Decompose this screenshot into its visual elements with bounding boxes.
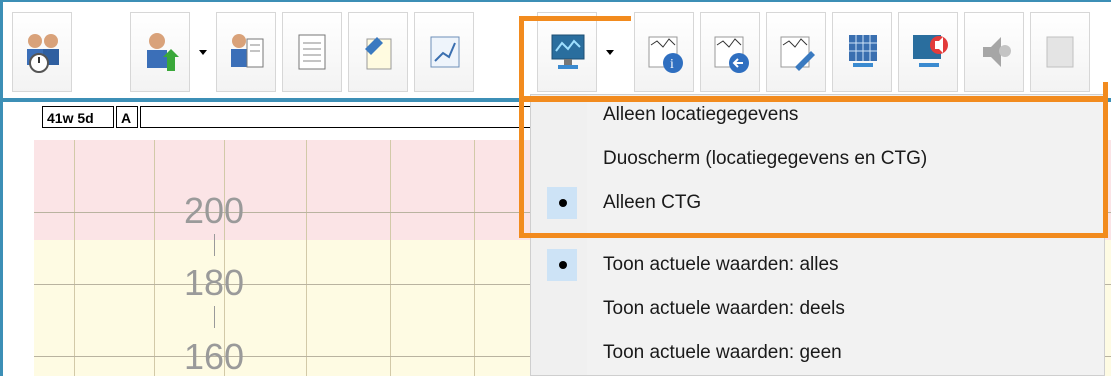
tick-mark	[214, 306, 215, 328]
ctg-info-button[interactable]: i	[634, 12, 694, 92]
patients-overview-button[interactable]	[12, 12, 72, 92]
notes-button[interactable]	[282, 12, 342, 92]
menu-item-label: Toon actuele waarden: deels	[603, 298, 845, 319]
ctg-info-icon: i	[648, 36, 683, 73]
patient-document-button[interactable]	[216, 12, 276, 92]
user-action-button[interactable]	[130, 12, 190, 92]
menu-item-alleen-ctg[interactable]: Alleen CTG	[531, 183, 1104, 223]
display-mode-dropdown[interactable]	[599, 12, 621, 92]
ctg-annotation-input[interactable]	[140, 106, 560, 128]
extra-disabled-button[interactable]	[1030, 12, 1090, 92]
grid-monitor-icon	[849, 35, 877, 67]
y-tick-200: 200	[184, 190, 245, 231]
marker-label: A	[116, 106, 138, 128]
extra-disabled-icon	[1046, 36, 1074, 68]
notes-list-icon	[298, 34, 326, 70]
chart-button[interactable]	[414, 12, 474, 92]
monitor-alarm-button[interactable]	[898, 12, 958, 92]
display-mode-button[interactable]	[537, 12, 597, 92]
radio-bullet-icon	[559, 261, 567, 269]
gestation-label: 41w 5d	[42, 106, 114, 128]
menu-item-label: Alleen CTG	[603, 192, 702, 213]
ctg-back-icon	[714, 36, 749, 73]
grid-vline	[390, 140, 391, 376]
main-toolbar: i	[12, 12, 1111, 94]
tick-mark	[214, 234, 215, 256]
chevron-down-icon	[199, 50, 207, 55]
grid-vline	[154, 140, 155, 376]
speaker-button[interactable]	[964, 12, 1024, 92]
menu-item-waarden-geen[interactable]: Toon actuele waarden: geen	[531, 333, 1104, 373]
edit-document-button[interactable]	[348, 12, 408, 92]
chevron-down-icon	[606, 50, 614, 55]
y-tick-180: 180	[184, 262, 245, 303]
menu-item-waarden-alles[interactable]: Toon actuele waarden: alles	[531, 245, 1104, 285]
ctg-back-button[interactable]	[700, 12, 760, 92]
radio-bullet-icon	[559, 199, 567, 207]
grid-vline	[474, 140, 475, 376]
grid-monitor-button[interactable]	[832, 12, 892, 92]
menu-separator	[587, 235, 1104, 236]
window-top-border	[0, 0, 1111, 2]
monitor-alarm-icon	[913, 35, 948, 67]
y-tick-160: 160	[184, 336, 245, 376]
display-mode-menu: Alleen locatiegegevens Duoscherm (locati…	[530, 94, 1105, 376]
menu-item-locatiegegevens[interactable]: Alleen locatiegegevens	[531, 95, 1104, 135]
menu-item-waarden-deels[interactable]: Toon actuele waarden: deels	[531, 289, 1104, 329]
user-arrow-icon	[147, 33, 179, 71]
svg-text:i: i	[670, 57, 674, 72]
ctg-edit-button[interactable]	[766, 12, 826, 92]
grid-vline	[306, 140, 307, 376]
speaker-muted-icon	[983, 37, 1011, 67]
patients-clock-icon	[27, 34, 59, 73]
menu-item-duoscherm[interactable]: Duoscherm (locatiegegevens en CTG)	[531, 139, 1104, 179]
menu-item-label: Alleen locatiegegevens	[603, 104, 799, 125]
grid-vline	[74, 140, 75, 376]
window-left-border	[0, 0, 3, 376]
edit-document-icon	[365, 37, 392, 70]
user-action-dropdown[interactable]	[192, 12, 214, 92]
app-window: i 41w 5d A 200 180 160 Alleen locatiegeg…	[0, 0, 1111, 376]
monitor-display-icon	[551, 34, 585, 69]
ctg-edit-icon	[780, 36, 815, 71]
menu-item-label: Toon actuele waarden: alles	[603, 254, 839, 275]
patient-document-icon	[231, 34, 264, 68]
chart-check-icon	[430, 36, 460, 68]
menu-item-label: Duoscherm (locatiegegevens en CTG)	[603, 148, 928, 169]
menu-item-label: Toon actuele waarden: geen	[603, 342, 842, 363]
